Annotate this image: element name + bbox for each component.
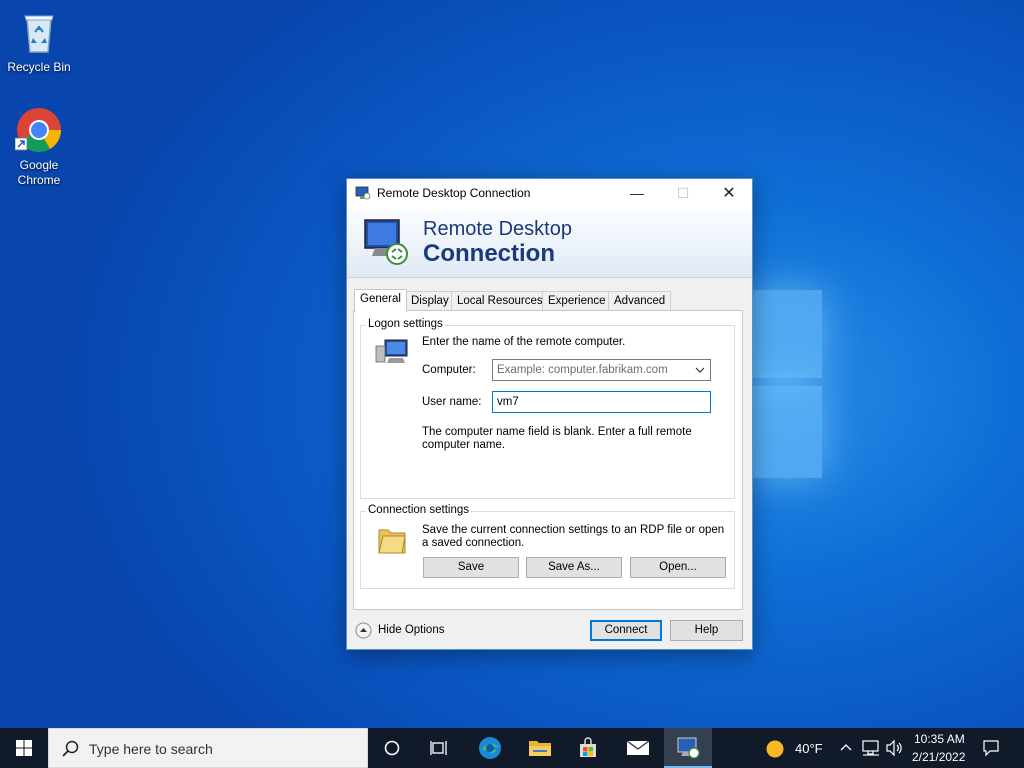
task-view-icon [430,740,448,759]
chevron-down-icon[interactable] [695,360,705,387]
rdp-window: Remote Desktop Connection — ☐ ✕ Remote D… [346,178,753,650]
chrome-icon [14,106,63,154]
store-icon [577,737,599,762]
save-as-button[interactable]: Save As... [526,557,622,578]
taskbar-task-view[interactable] [416,728,462,768]
banner-title-line2: Connection [423,240,555,267]
clock-date[interactable]: 2/21/2022 [912,750,965,764]
desktop-icon-label: Recycle Bin [7,60,71,74]
banner: Remote Desktop Connection [347,208,752,278]
save-button[interactable]: Save [423,557,519,578]
clock-time[interactable]: 10:35 AM [914,732,965,746]
taskbar-file-explorer[interactable] [516,728,562,768]
banner-title-line1: Remote Desktop [423,218,572,240]
connect-button[interactable]: Connect [590,620,662,641]
computer-combobox[interactable]: Example: computer.fabrikam.com [492,359,711,381]
taskbar-store[interactable] [564,728,612,768]
recycle-bin-icon [15,8,63,56]
network-icon[interactable] [862,740,880,759]
notification-icon[interactable] [982,739,1000,760]
hide-options-label: Hide Options [378,624,445,636]
chevron-up-icon[interactable] [840,742,852,757]
logon-settings-label: Logon settings [366,318,445,330]
tab-general[interactable]: General [354,289,407,312]
mail-icon [626,740,650,759]
computer-icon [375,338,409,366]
wallpaper-windows-logo [752,290,826,485]
maximize-button[interactable]: ☐ [660,179,706,208]
taskbar-mail[interactable] [614,728,662,768]
chevron-up-icon [355,622,372,642]
title-bar[interactable]: Remote Desktop Connection — ☐ ✕ [347,179,752,208]
tab-local-resources[interactable]: Local Resources [451,291,549,311]
taskbar-edge[interactable] [466,728,514,768]
rdp-taskbar-icon [676,736,700,763]
close-button[interactable]: ✕ [706,179,752,208]
username-label: User name: [422,396,482,408]
cortana-icon [384,740,400,759]
search-placeholder: Type here to search [89,741,213,757]
desktop-icon-label: Google Chrome [17,158,61,187]
volume-icon[interactable] [886,739,904,759]
weather-sun-icon[interactable] [765,739,785,762]
computer-name-warning: The computer name field is blank. Enter … [422,426,692,451]
taskbar-cortana[interactable] [370,728,414,768]
tab-advanced[interactable]: Advanced [608,291,672,311]
tab-display[interactable]: Display [405,291,455,311]
taskbar-search-box[interactable]: Type here to search [48,728,368,768]
desktop-icon-recycle-bin[interactable]: Recycle Bin [1,8,77,75]
desktop-icon-google-chrome[interactable]: Google Chrome [1,106,77,188]
weather-temperature[interactable]: 40°F [795,741,823,756]
general-tab-panel: Logon settings Enter the name of the rem… [353,310,743,610]
folder-icon [528,738,552,761]
connection-settings-group: Connection settings Save the current con… [360,504,735,589]
search-icon [61,740,79,761]
computer-placeholder: Example: computer.fabrikam.com [497,364,668,376]
logon-intro-text: Enter the name of the remote computer. [422,336,626,348]
minimize-button[interactable]: — [614,179,660,208]
folder-icon [377,524,407,556]
rdp-app-icon [355,186,371,200]
tab-experience[interactable]: Experience [542,291,612,311]
connection-settings-label: Connection settings [366,504,472,516]
open-button[interactable]: Open... [630,557,726,578]
rdp-monitor-icon [361,216,413,268]
windows-logo-icon [16,740,32,759]
logon-settings-group: Logon settings Enter the name of the rem… [360,318,735,499]
taskbar: Type here to search 40°F 10:35 AM 2/21/2… [0,728,1024,768]
window-title: Remote Desktop Connection [377,186,531,200]
start-button[interactable] [0,728,48,768]
help-button[interactable]: Help [670,620,743,641]
taskbar-remote-desktop[interactable] [664,728,712,768]
username-input[interactable]: vm7 [492,391,711,413]
edge-icon [478,736,502,763]
computer-label: Computer: [422,364,476,376]
connection-settings-text: Save the current connection settings to … [422,524,725,549]
